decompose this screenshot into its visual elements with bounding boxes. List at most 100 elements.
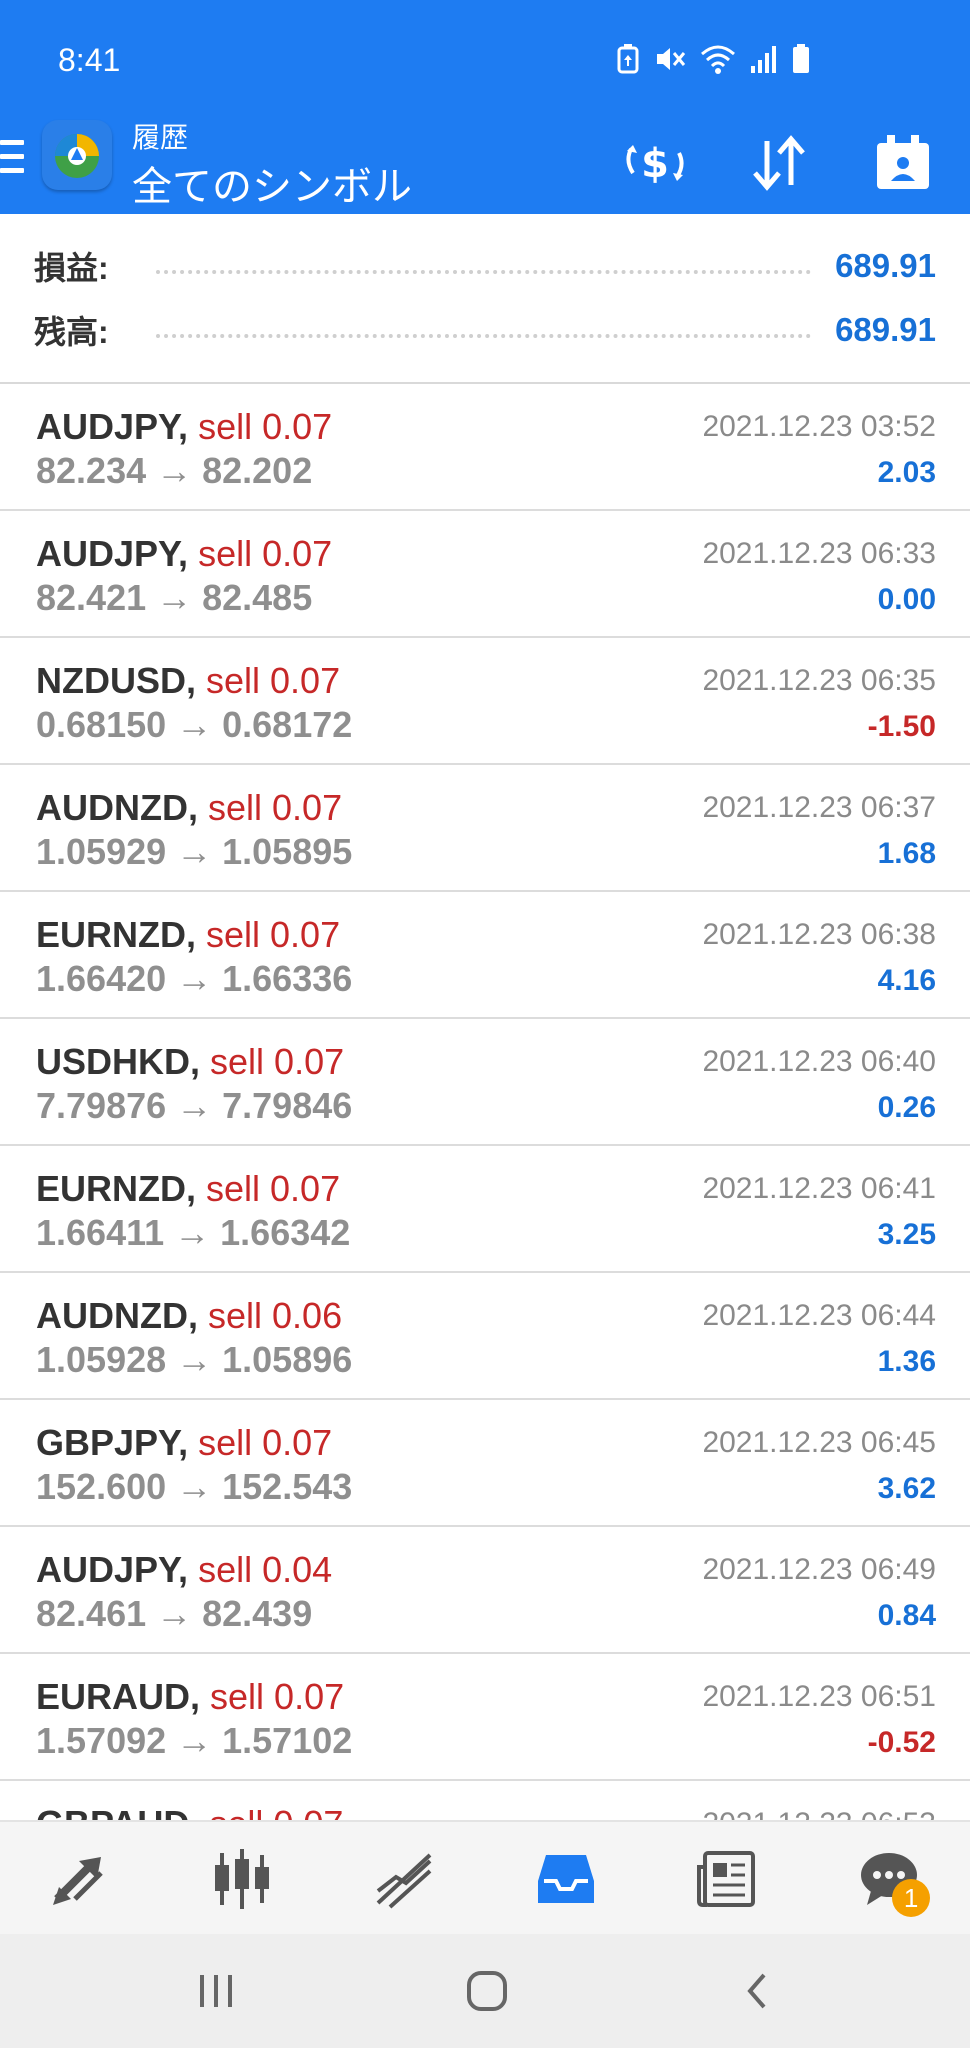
status-time: 8:41 (58, 42, 121, 78)
trade-header: AUDNZD, sell 0.06 (36, 1295, 342, 1337)
trade-type: sell 0.07 (206, 660, 341, 701)
sort-button[interactable] (742, 126, 816, 200)
profit-value: 689.91 (835, 247, 936, 284)
chat-badge: 1 (892, 1879, 931, 1917)
trade-prices: 1.05928 → 1.05896 (36, 1339, 353, 1380)
trade-header: NZDUSD, sell 0.07 (36, 660, 340, 702)
trade-row[interactable]: AUDNZD, sell 0.07 1.05929 → 1.05895 2021… (0, 765, 970, 892)
status-icons (616, 44, 810, 74)
trade-row[interactable]: AUDJPY, sell 0.07 82.234 → 82.202 2021.1… (0, 384, 970, 511)
trade-type: sell 0.07 (198, 406, 333, 447)
news-icon (697, 1851, 756, 1907)
metatrader-logo-icon (55, 134, 99, 178)
trade-profit: 0.00 (877, 583, 936, 616)
trade-profit: 1.68 (877, 837, 936, 870)
summary-panel: 損益: 689.91 残高: 689.91 (0, 214, 970, 384)
trade-type: sell 0.07 (210, 1041, 345, 1082)
trade-symbol: GBPAUD, (36, 1803, 199, 1820)
battery-saver-icon (617, 44, 639, 74)
signal-icon (751, 46, 776, 73)
trade-row[interactable]: GBPJPY, sell 0.07 152.600 → 152.543 2021… (0, 1400, 970, 1527)
trade-type: sell 0.07 (206, 1168, 341, 1209)
app-logo (42, 120, 112, 190)
candlestick-chart-icon (215, 1849, 270, 1909)
trade-row[interactable]: EURNZD, sell 0.07 1.66420 → 1.66336 2021… (0, 892, 970, 1019)
trade-profit: 3.62 (877, 1472, 936, 1505)
profit-label: 損益: (34, 250, 109, 286)
battery-icon (793, 44, 809, 73)
tab-analytics[interactable] (359, 1839, 449, 1919)
trade-prices: 152.600 → 152.543 (36, 1466, 353, 1507)
trade-profit: -0.52 (867, 1726, 936, 1759)
trade-type: sell 0.07 (209, 1803, 343, 1820)
trade-symbol: AUDNZD, (36, 1295, 198, 1336)
status-bar: 8:41 (0, 0, 970, 110)
tab-trade[interactable] (36, 1839, 126, 1919)
trade-type: sell 0.07 (198, 1422, 333, 1463)
trade-prices: 0.68150 → 0.68172 (36, 704, 353, 745)
app-actions: $ (618, 126, 940, 200)
trade-profit: 0.84 (877, 1599, 936, 1632)
trade-symbol: AUDNZD, (36, 787, 198, 828)
trade-symbol: AUDJPY, (36, 533, 189, 574)
bottom-tab-bar: 1 (0, 1820, 970, 1936)
trade-row[interactable]: EURAUD, sell 0.07 1.57092 → 1.57102 2021… (0, 1654, 970, 1781)
trade-time: 2021.12.23 06:40 (702, 1045, 936, 1078)
tab-history[interactable] (521, 1839, 611, 1919)
svg-text:$: $ (641, 141, 669, 187)
trade-history-list[interactable]: AUDJPY, sell 0.07 82.234 → 82.202 2021.1… (0, 384, 970, 1820)
trade-header: EURNZD, sell 0.07 (36, 1168, 340, 1210)
trade-header: AUDJPY, sell 0.07 (36, 406, 332, 448)
trade-symbol: EURNZD, (36, 914, 196, 955)
trade-row[interactable]: AUDJPY, sell 0.07 82.421 → 82.485 2021.1… (0, 511, 970, 638)
trade-profit: 3.25 (877, 1218, 936, 1251)
trade-row[interactable]: EURNZD, sell 0.07 1.66411 → 1.66342 2021… (0, 1146, 970, 1273)
screen-subtitle: 履歴 (132, 122, 189, 153)
trade-symbol: EURNZD, (36, 1168, 196, 1209)
sort-arrows-icon (753, 135, 805, 191)
trade-time: 2021.12.23 06:41 (702, 1172, 936, 1205)
trade-time: 2021.12.23 06:51 (702, 1680, 936, 1713)
app-bar: 履歴 全てのシンボル $ (0, 110, 970, 214)
home-button[interactable] (447, 1956, 527, 2026)
trade-symbol: GBPJPY, (36, 1422, 189, 1463)
home-icon (467, 1971, 507, 2011)
trade-header: AUDNZD, sell 0.07 (36, 787, 342, 829)
recents-icon (200, 1975, 232, 2007)
recents-button[interactable] (176, 1956, 256, 2026)
balance-row: 残高: 689.91 (34, 300, 936, 360)
tab-chat[interactable]: 1 (844, 1839, 934, 1919)
trade-time: 2021.12.23 06:53 (702, 1807, 936, 1820)
trade-row[interactable]: USDHKD, sell 0.07 7.79876 → 7.79846 2021… (0, 1019, 970, 1146)
calendar-button[interactable] (866, 126, 940, 200)
system-nav-bar (0, 1934, 970, 2048)
trade-symbol: NZDUSD, (36, 660, 196, 701)
trade-header: GBPAUD, sell 0.07 (36, 1803, 343, 1820)
back-icon (747, 1973, 766, 2009)
trade-type: sell 0.04 (198, 1549, 333, 1590)
trade-profit: 1.36 (877, 1345, 936, 1378)
symbol-filter-title[interactable]: 全てのシンボル (132, 154, 412, 212)
back-button[interactable] (718, 1956, 798, 2026)
trade-prices: 1.57092 → 1.57102 (36, 1720, 353, 1761)
trade-profit: 4.16 (877, 964, 936, 997)
trade-symbol: AUDJPY, (36, 1549, 189, 1590)
trade-symbol: AUDJPY, (36, 406, 189, 447)
trade-row[interactable]: AUDNZD, sell 0.06 1.05928 → 1.05896 2021… (0, 1273, 970, 1400)
trade-row[interactable]: AUDJPY, sell 0.04 82.461 → 82.439 2021.1… (0, 1527, 970, 1654)
trade-row[interactable]: NZDUSD, sell 0.07 0.68150 → 0.68172 2021… (0, 638, 970, 765)
menu-button[interactable] (0, 140, 24, 184)
tab-chart[interactable] (197, 1839, 287, 1919)
trade-row[interactable]: GBPAUD, sell 0.07 2021.12.23 06:53 (0, 1781, 970, 1820)
trade-profit: -1.50 (867, 710, 936, 743)
trade-time: 2021.12.23 03:52 (702, 410, 936, 443)
trade-prices: 7.79876 → 7.79846 (36, 1085, 353, 1126)
trade-prices: 1.05929 → 1.05895 (36, 831, 353, 872)
trade-type: sell 0.07 (198, 533, 333, 574)
tab-news[interactable] (682, 1839, 772, 1919)
balance-value: 689.91 (835, 311, 936, 348)
trade-type: sell 0.07 (206, 914, 341, 955)
trade-prices: 82.421 → 82.485 (36, 577, 313, 618)
trade-profit: 0.26 (877, 1091, 936, 1124)
currency-button[interactable]: $ (618, 126, 692, 200)
